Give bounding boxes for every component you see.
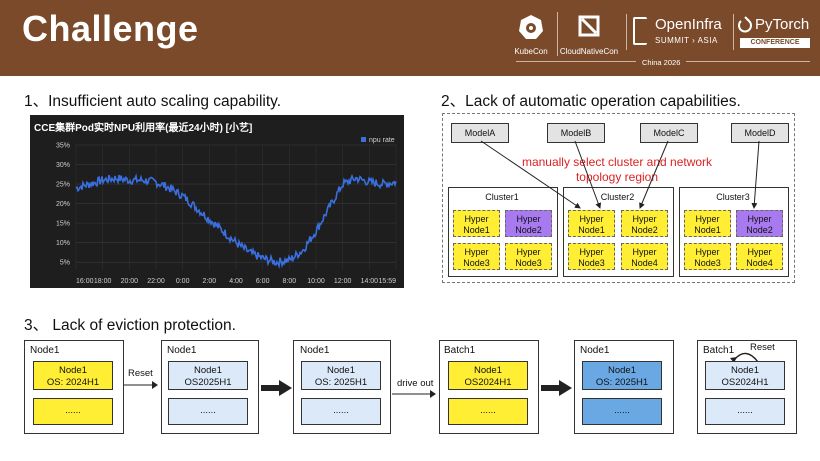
node-box-1-title: Node1 [30,345,60,356]
node-box-6-top-line1: Node1 [731,365,759,376]
arrow-modela-to-cluster2 [480,140,581,209]
arrow-modeld-to-cluster3 [751,140,760,209]
drive-out-label: drive out [397,378,434,389]
node-box-3-top-line1: Node1 [327,365,355,376]
node-box-6-bottom: ...... [705,398,785,425]
node-box-4-title: Batch1 [444,345,476,356]
node-box-5-bottom: ...... [582,398,662,425]
node-box-1-bottom: ...... [33,398,113,425]
node-box-1-top: Node1 OS: 2024H1 [33,361,113,390]
thick-arrow-1 [261,380,292,396]
node-box-5-title: Node1 [580,345,610,356]
arrow-modelc-to-cluster2 [639,140,669,209]
node-box-3-top: Node1 OS: 2025H1 [301,361,381,390]
node-box-2-top-line2: OS2025H1 [184,377,232,388]
arrow-modelb-to-cluster2 [574,140,602,209]
node-box-4-top-line2: OS2024H1 [464,377,512,388]
reset-arrow [124,381,158,389]
section3-title: 3、 Lack of eviction protection. [24,317,236,334]
node-box-3-top-line2: OS: 2025H1 [314,377,368,388]
node-box-6-top: Node1 OS2024H1 [705,361,785,390]
node-box-3-bottom: ...... [301,398,381,425]
thick-arrow-2 [541,380,572,396]
drive-out-arrow [392,390,436,398]
node-box-5-top: Node1 OS: 2025H1 [582,361,662,390]
node-box-4-top-line1: Node1 [474,365,502,376]
node-box-5-top-line1: Node1 [608,365,636,376]
reset-label: Reset [128,368,153,379]
node-box-2-title: Node1 [167,345,197,356]
node-box-2-bottom: ...... [168,398,248,425]
node-box-3-title: Node1 [300,345,330,356]
node-box-5-top-line2: OS: 2025H1 [595,377,649,388]
node-box-1-top-line2: OS: 2024H1 [46,377,100,388]
node-box-1-top-line1: Node1 [59,365,87,376]
node-box-4-top: Node1 OS2024H1 [448,361,528,390]
node-box-2-top: Node1 OS2025H1 [168,361,248,390]
node-box-2-top-line1: Node1 [194,365,222,376]
node-box-4-bottom: ...... [448,398,528,425]
node-box-6-top-line2: OS2024H1 [721,377,769,388]
